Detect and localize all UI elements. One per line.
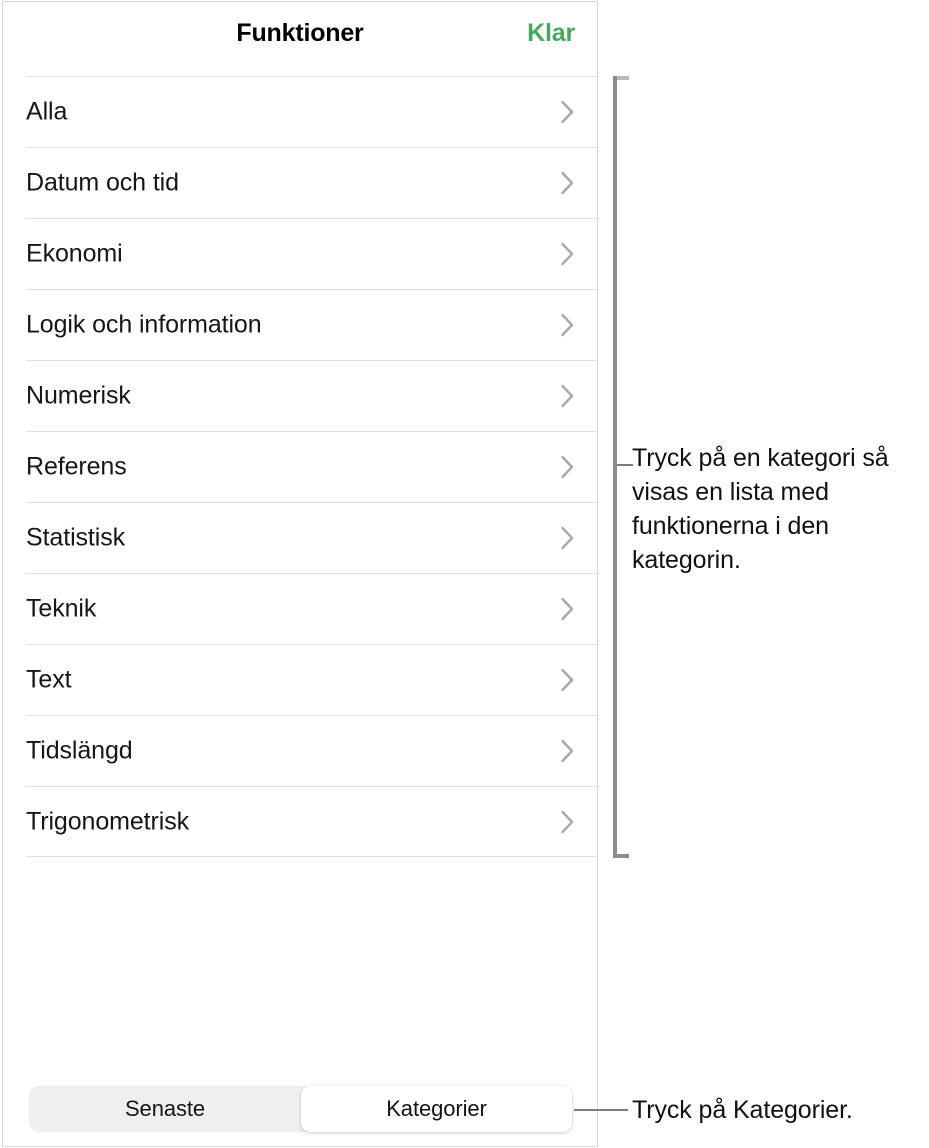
category-label: Datum och tid	[26, 168, 179, 197]
category-label: Alla	[26, 97, 68, 126]
page-title: Funktioner	[236, 19, 364, 47]
category-label: Teknik	[26, 594, 97, 623]
callout-bracket-list	[613, 76, 629, 858]
chevron-right-icon	[560, 595, 576, 623]
functions-popover-panel: Funktioner Klar Alla Datum och tid Ekono…	[2, 1, 598, 1147]
category-label: Statistisk	[26, 523, 126, 552]
chevron-right-icon	[560, 453, 576, 481]
chevron-right-icon	[560, 666, 576, 694]
chevron-right-icon	[560, 311, 576, 339]
category-row-referens[interactable]: Referens	[26, 431, 597, 502]
segment-senaste[interactable]: Senaste	[29, 1086, 301, 1132]
callout-leader-line-segmented	[574, 1109, 628, 1111]
panel-header: Funktioner Klar	[3, 2, 597, 76]
segment-kategorier[interactable]: Kategorier	[301, 1086, 572, 1132]
category-label: Numerisk	[26, 381, 131, 410]
chevron-right-icon	[560, 98, 576, 126]
category-row-teknik[interactable]: Teknik	[26, 573, 597, 644]
category-label: Referens	[26, 452, 127, 481]
chevron-right-icon	[560, 737, 576, 765]
bracket-tick-bottom	[613, 854, 629, 858]
category-row-ekonomi[interactable]: Ekonomi	[26, 218, 597, 289]
category-row-trigonometrisk[interactable]: Trigonometrisk	[26, 786, 597, 857]
chevron-right-icon	[560, 240, 576, 268]
callout-text-segmented: Tryck på Kategorier.	[632, 1096, 853, 1124]
category-list: Alla Datum och tid Ekonomi Logik och inf…	[3, 76, 597, 857]
view-mode-segmented-control[interactable]: Senaste Kategorier	[29, 1086, 572, 1132]
chevron-right-icon	[560, 808, 576, 836]
done-button[interactable]: Klar	[527, 19, 575, 48]
category-row-text[interactable]: Text	[26, 644, 597, 715]
category-label: Tidslängd	[26, 736, 133, 765]
callout-leader-line-list	[617, 464, 633, 466]
chevron-right-icon	[560, 169, 576, 197]
category-row-tidslangd[interactable]: Tidslängd	[26, 715, 597, 786]
chevron-right-icon	[560, 524, 576, 552]
bracket-vertical-line	[613, 76, 617, 858]
category-label: Trigonometrisk	[26, 807, 189, 835]
category-row-alla[interactable]: Alla	[26, 76, 597, 147]
category-row-datum-och-tid[interactable]: Datum och tid	[26, 147, 597, 218]
category-row-logik-och-information[interactable]: Logik och information	[26, 289, 597, 360]
category-label: Text	[26, 665, 72, 694]
callout-text-list: Tryck på en kategori så visas en lista m…	[632, 444, 889, 574]
category-row-statistisk[interactable]: Statistisk	[26, 502, 597, 573]
category-row-numerisk[interactable]: Numerisk	[26, 360, 597, 431]
chevron-right-icon	[560, 382, 576, 410]
category-label: Ekonomi	[26, 239, 123, 268]
category-label: Logik och information	[26, 310, 262, 339]
